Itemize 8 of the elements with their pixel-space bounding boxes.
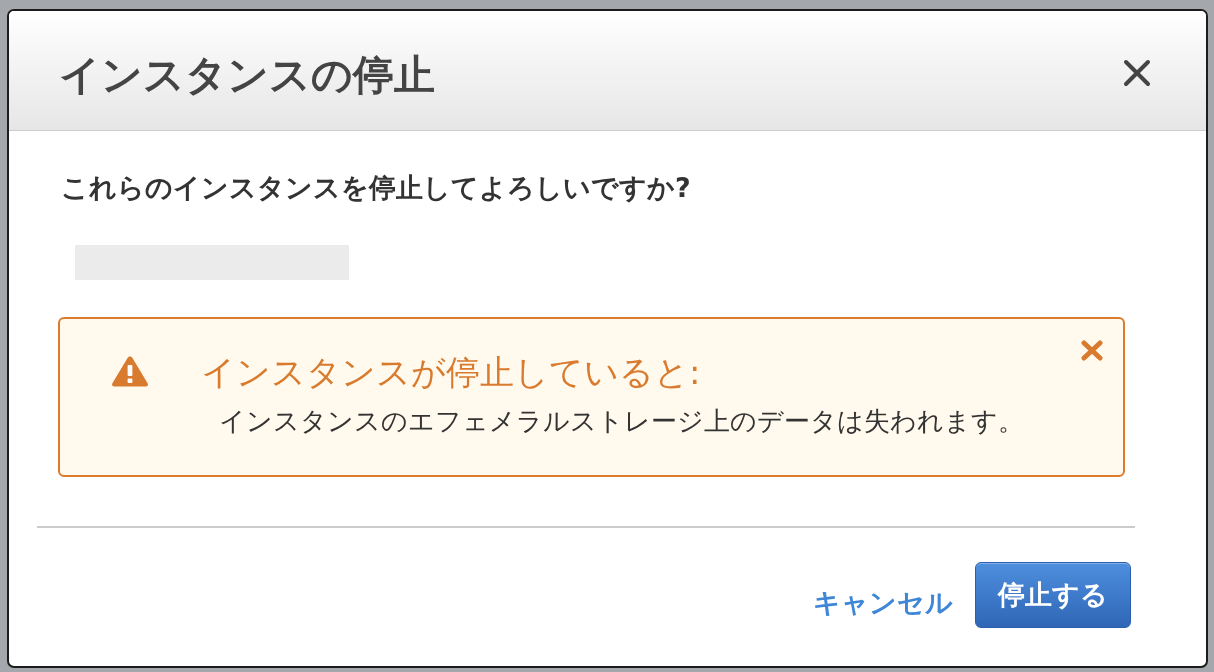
- alert-message: インスタンスのエフェメラルストレージ上のデータは失われます。: [219, 405, 1024, 437]
- cancel-link[interactable]: キャンセル: [813, 586, 953, 620]
- dialog-title: インスタンスの停止: [59, 50, 435, 99]
- confirm-question: これらのインスタンスを停止してよろしいですか?: [61, 172, 691, 204]
- warning-icon: [111, 355, 149, 387]
- alert-title: インスタンスが停止していると:: [201, 352, 701, 392]
- stop-button[interactable]: 停止する: [975, 562, 1131, 628]
- close-icon[interactable]: [1123, 58, 1151, 87]
